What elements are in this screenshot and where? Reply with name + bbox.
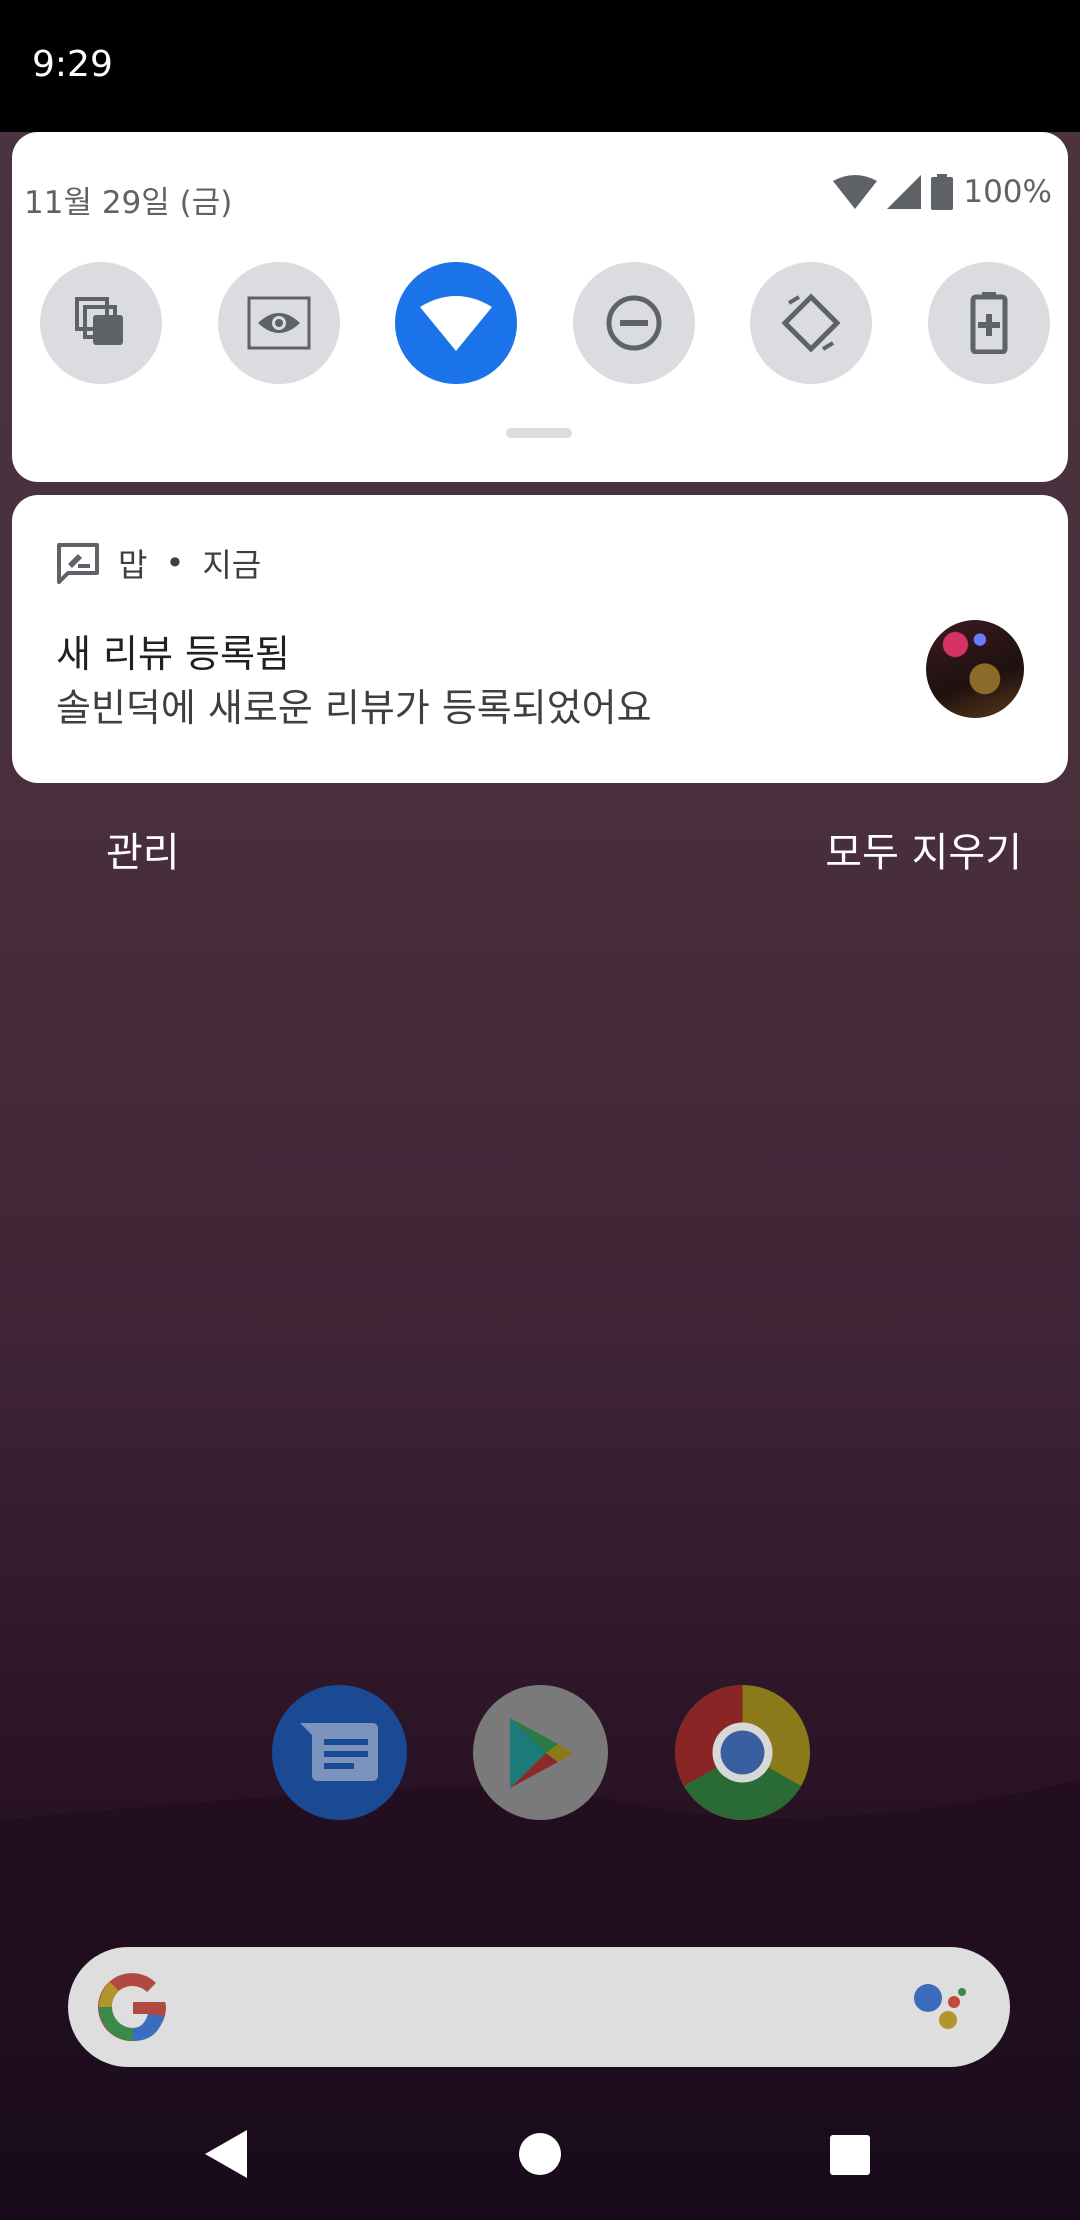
home-icon[interactable]	[519, 2133, 561, 2175]
google-search-bar[interactable]	[68, 1947, 1010, 2067]
battery-icon	[931, 174, 954, 210]
tile-battery-saver[interactable]	[927, 262, 1050, 384]
wifi-signal-icon	[833, 175, 878, 209]
play-store-app-button[interactable]	[473, 1685, 608, 1820]
chrome-app-button[interactable]	[675, 1685, 810, 1820]
app-dock	[270, 1685, 810, 1820]
messages-app-icon	[299, 1722, 378, 1781]
notification-text: 솔빈덕에 새로운 리뷰가 등록되었어요	[56, 686, 652, 730]
multi-window-icon	[75, 297, 123, 345]
notification-app-name: 맙	[118, 546, 148, 584]
eye-screen-icon	[247, 296, 311, 350]
chrome-icon	[675, 1685, 810, 1820]
qs-tiles	[40, 262, 1050, 384]
status-bar: 9:29	[0, 0, 1080, 132]
quick-settings-panel: 11월 29일 (금) 100%	[12, 132, 1068, 482]
notification-header: 맙 • 지금	[56, 540, 261, 586]
navigation-bar	[0, 2090, 1080, 2220]
manage-button[interactable]: 관리	[106, 820, 180, 878]
notification-title: 새 리뷰 등록됨	[56, 632, 290, 676]
tile-do-not-disturb[interactable]	[572, 262, 695, 384]
battery-saver-icon	[970, 292, 1008, 354]
qs-status-icons: 100%	[833, 174, 1052, 210]
review-app-icon	[57, 543, 99, 584]
qs-drag-handle[interactable]	[506, 428, 572, 438]
qs-date[interactable]: 11월 29일 (금)	[24, 177, 232, 222]
tile-auto-rotate[interactable]	[750, 262, 873, 384]
recents-icon[interactable]	[830, 2135, 870, 2175]
notification-separator: •	[165, 544, 185, 582]
google-assistant-icon[interactable]	[912, 1982, 968, 2032]
battery-percentage: 100%	[963, 174, 1052, 210]
tile-screen-display[interactable]	[217, 262, 340, 384]
auto-rotate-icon	[781, 293, 841, 353]
wifi-icon	[420, 296, 493, 351]
play-store-icon	[509, 1717, 574, 1788]
status-time: 9:29	[32, 44, 113, 85]
tile-wifi[interactable]	[395, 262, 518, 384]
messages-app-button[interactable]	[272, 1685, 407, 1820]
google-logo-icon	[98, 1973, 167, 2042]
cell-signal-icon	[887, 175, 922, 209]
notification-actions: 관리 모두 지우기	[0, 820, 1080, 890]
clear-all-button[interactable]: 모두 지우기	[825, 820, 1022, 878]
notification-card[interactable]: 맙 • 지금 새 리뷰 등록됨 솔빈덕에 새로운 리뷰가 등록되었어요	[12, 495, 1068, 783]
notification-thumbnail	[926, 620, 1024, 718]
back-icon[interactable]	[205, 2130, 247, 2178]
do-not-disturb-icon	[606, 295, 662, 351]
tile-multi-window[interactable]	[40, 262, 162, 384]
notification-time: 지금	[202, 546, 262, 584]
